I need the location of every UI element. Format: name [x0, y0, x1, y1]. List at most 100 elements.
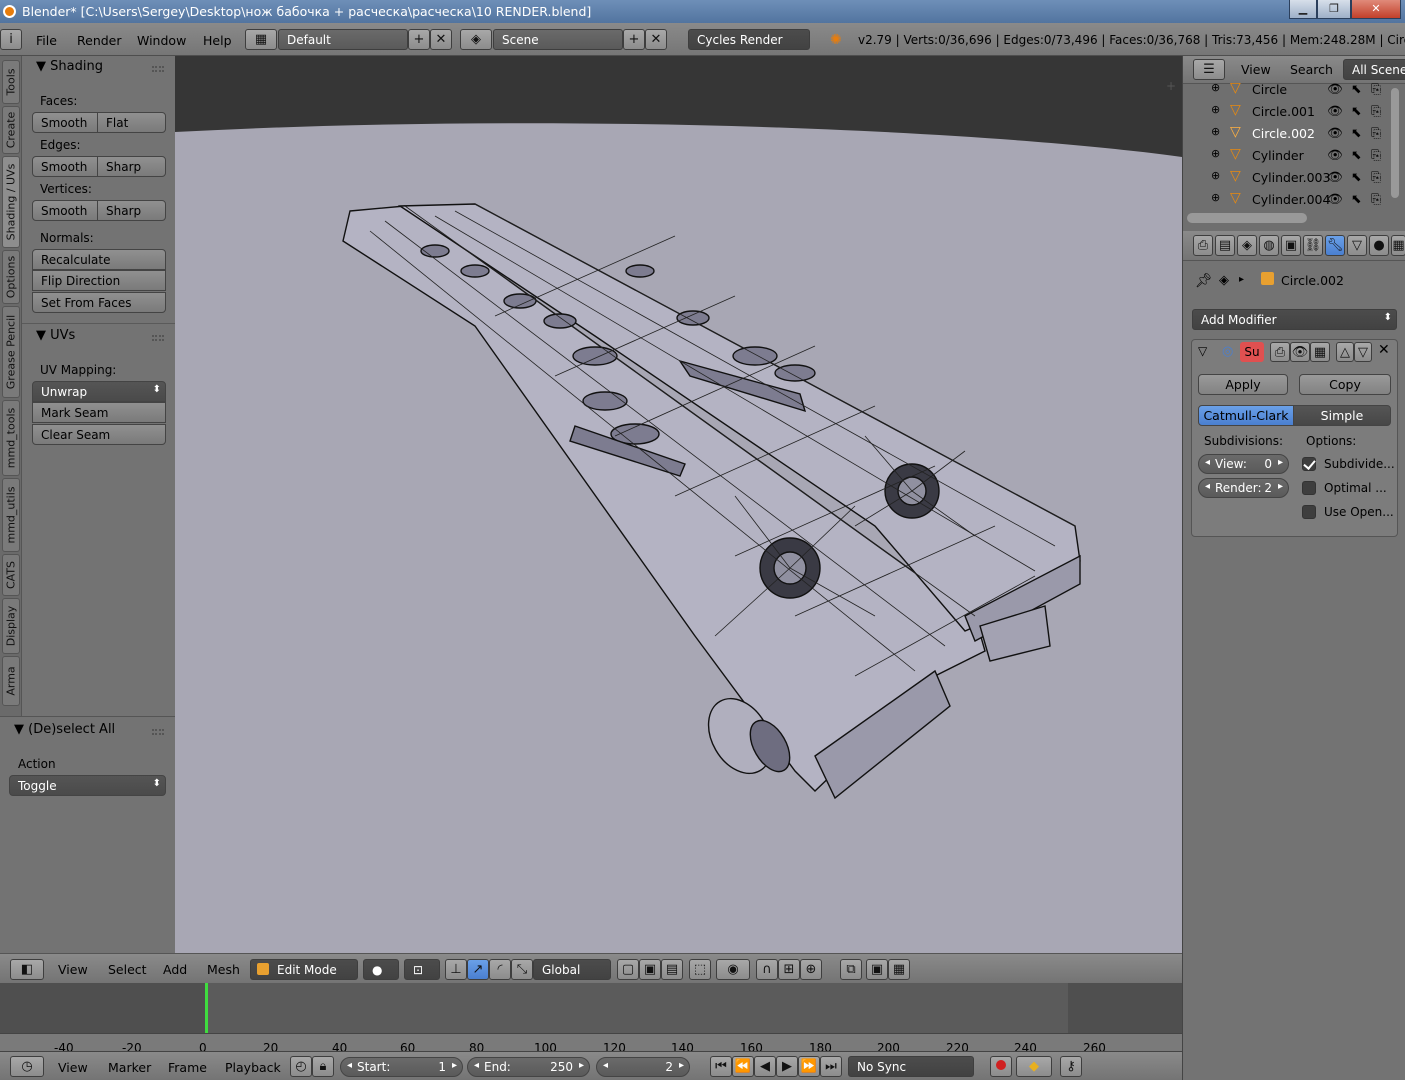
- recalculate-button[interactable]: Recalculate: [32, 249, 166, 270]
- tab-tools[interactable]: Tools: [2, 60, 20, 104]
- viewport-shading-select[interactable]: ●: [363, 959, 399, 980]
- outliner-horizontal-scrollbar[interactable]: [1187, 213, 1307, 223]
- cursor-select-icon[interactable]: ⬉: [1351, 81, 1361, 96]
- object-context-icon[interactable]: ▣: [1281, 235, 1301, 256]
- show-in-render-icon[interactable]: ⎙: [1270, 342, 1290, 362]
- outliner-menu-search[interactable]: Search: [1290, 62, 1333, 77]
- editor-type-3d-icon[interactable]: ◧: [10, 959, 44, 980]
- data-context-icon[interactable]: ▽: [1347, 235, 1367, 256]
- render-context-icon[interactable]: ⎙: [1193, 235, 1213, 256]
- edges-sharp-button[interactable]: Sharp: [97, 156, 166, 177]
- tab-shading-uvs[interactable]: Shading / UVs: [2, 156, 20, 248]
- modifiers-wrench-icon[interactable]: 🔧︎: [1325, 235, 1345, 256]
- jump-keyframe-forward-icon[interactable]: ⏩: [798, 1056, 820, 1077]
- catmull-clark-toggle[interactable]: Catmull-Clark: [1198, 405, 1294, 426]
- copy-button[interactable]: Copy: [1299, 374, 1391, 395]
- render-subdivisions-field[interactable]: ◂ Render: 2 ▸: [1198, 478, 1289, 498]
- edge-select-icon[interactable]: ▣: [639, 959, 661, 980]
- start-frame-field[interactable]: ◂ Start: 1 ▸: [340, 1057, 463, 1077]
- subdivide-uvs-checkbox[interactable]: [1302, 457, 1316, 471]
- render-preview-icon[interactable]: ⧉: [840, 959, 862, 980]
- render-camera-icon[interactable]: ⎘: [1371, 147, 1381, 163]
- panel-grip-icon[interactable]: [152, 335, 164, 341]
- texture-context-icon[interactable]: ▦: [1391, 235, 1405, 256]
- outliner-display-filter[interactable]: All Scenes: [1343, 59, 1405, 80]
- lock-time-cursor-icon[interactable]: 🔒︎: [312, 1056, 334, 1077]
- snap-target-icon[interactable]: ⊕: [800, 959, 822, 980]
- play-icon[interactable]: ▶: [776, 1056, 798, 1077]
- proportional-edit-icon[interactable]: ◉: [716, 959, 750, 980]
- keyframe-insert-icon[interactable]: ⚷: [1060, 1056, 1082, 1077]
- 3d-viewport[interactable]: +: [175, 56, 1182, 953]
- vertex-select-icon[interactable]: ▢: [617, 959, 639, 980]
- render-camera-icon[interactable]: ⎘: [1371, 125, 1381, 141]
- pin-icon[interactable]: 📌︎: [1195, 273, 1213, 289]
- expand-icon[interactable]: ⊕: [1211, 169, 1220, 182]
- close-window-button[interactable]: ✕: [1351, 0, 1401, 19]
- cursor-select-icon[interactable]: ⬉: [1351, 103, 1361, 118]
- expand-icon[interactable]: ⊕: [1211, 125, 1220, 138]
- view-subdivisions-field[interactable]: ◂ View: 0 ▸: [1198, 454, 1289, 474]
- scene-context-icon[interactable]: ◈: [1237, 235, 1257, 256]
- outliner-item[interactable]: ⊕ ▽ Circle 👁︎ ⬉ ⎘: [1183, 79, 1393, 101]
- opengl-animation-icon[interactable]: ▦: [888, 959, 910, 980]
- panel-grip-icon[interactable]: [152, 66, 164, 72]
- simple-toggle[interactable]: Simple: [1293, 405, 1391, 426]
- outliner-menu-view[interactable]: View: [1241, 62, 1271, 77]
- eye-icon[interactable]: 👁︎: [1327, 125, 1343, 141]
- menu-select[interactable]: Select: [108, 962, 147, 977]
- eye-icon[interactable]: 👁︎: [1327, 147, 1343, 163]
- outliner-item[interactable]: ⊕ ▽ Cylinder.004 👁︎ ⬉ ⎘: [1183, 189, 1393, 211]
- layers-context-icon[interactable]: ▤: [1215, 235, 1235, 256]
- menu-file[interactable]: File: [36, 33, 57, 48]
- editor-type-outliner-icon[interactable]: ☰: [1193, 59, 1225, 80]
- opengl-render-icon[interactable]: ▣: [866, 959, 888, 980]
- mark-seam-button[interactable]: Mark Seam: [32, 402, 166, 423]
- expand-icon[interactable]: ⊕: [1211, 81, 1220, 94]
- jump-start-icon[interactable]: ⏮: [710, 1056, 732, 1077]
- decrement-icon[interactable]: ◂: [1205, 481, 1210, 492]
- eye-icon[interactable]: 👁︎: [1327, 103, 1343, 119]
- faces-flat-button[interactable]: Flat: [97, 112, 166, 133]
- set-from-faces-button[interactable]: Set From Faces: [32, 292, 166, 313]
- vertices-sharp-button[interactable]: Sharp: [97, 200, 166, 221]
- menu-add[interactable]: Add: [163, 962, 187, 977]
- maximize-button[interactable]: ❐: [1317, 0, 1351, 19]
- render-camera-icon[interactable]: ⎘: [1371, 169, 1381, 185]
- timeline-area[interactable]: [0, 983, 1182, 1051]
- cursor-select-icon[interactable]: ⬉: [1351, 191, 1361, 206]
- world-context-icon[interactable]: ◍: [1259, 235, 1279, 256]
- keying-set-icon[interactable]: ◆: [1016, 1056, 1052, 1077]
- expand-icon[interactable]: ⊕: [1211, 191, 1220, 204]
- decrement-icon[interactable]: ◂: [347, 1060, 352, 1071]
- cursor-select-icon[interactable]: ⬉: [1351, 147, 1361, 162]
- tab-cats[interactable]: CATS: [2, 554, 20, 596]
- rotate-manipulator-icon[interactable]: ◜: [489, 959, 511, 980]
- viewport-scene[interactable]: [175, 56, 1182, 953]
- eye-icon[interactable]: 👁︎: [1327, 191, 1343, 207]
- vertices-smooth-button[interactable]: Smooth: [32, 200, 98, 221]
- manipulator-icon[interactable]: ⊥: [445, 959, 467, 980]
- face-select-icon[interactable]: ▤: [661, 959, 683, 980]
- layout-name-field[interactable]: Default: [278, 29, 408, 50]
- use-opensubdiv-checkbox[interactable]: [1302, 505, 1316, 519]
- material-context-icon[interactable]: ●: [1369, 235, 1389, 256]
- eye-icon[interactable]: 👁︎: [1327, 81, 1343, 97]
- clear-seam-button[interactable]: Clear Seam: [32, 424, 166, 445]
- uvs-panel-header[interactable]: ▼ UVs: [36, 328, 75, 343]
- timeline-menu-frame[interactable]: Frame: [168, 1060, 207, 1075]
- expand-icon[interactable]: ⊕: [1211, 103, 1220, 116]
- current-frame-field[interactable]: ◂ 2 ▸: [596, 1057, 690, 1077]
- apply-button[interactable]: Apply: [1198, 374, 1288, 395]
- snap-element-icon[interactable]: ⊞: [778, 959, 800, 980]
- deselect-all-header[interactable]: ▼ (De)select All: [14, 722, 115, 737]
- faces-smooth-button[interactable]: Smooth: [32, 112, 98, 133]
- move-down-icon[interactable]: ▽: [1354, 342, 1372, 362]
- scene-name-field[interactable]: Scene: [493, 29, 623, 50]
- outliner-item[interactable]: ⊕ ▽ Cylinder.003 👁︎ ⬉ ⎘: [1183, 167, 1393, 189]
- remove-modifier-icon[interactable]: ✕: [1378, 342, 1390, 358]
- move-up-icon[interactable]: △: [1336, 342, 1354, 362]
- eye-icon[interactable]: 👁︎: [1327, 169, 1343, 185]
- tab-grease-pencil[interactable]: Grease Pencil: [2, 306, 20, 398]
- limit-selection-icon[interactable]: ⬚: [689, 959, 711, 980]
